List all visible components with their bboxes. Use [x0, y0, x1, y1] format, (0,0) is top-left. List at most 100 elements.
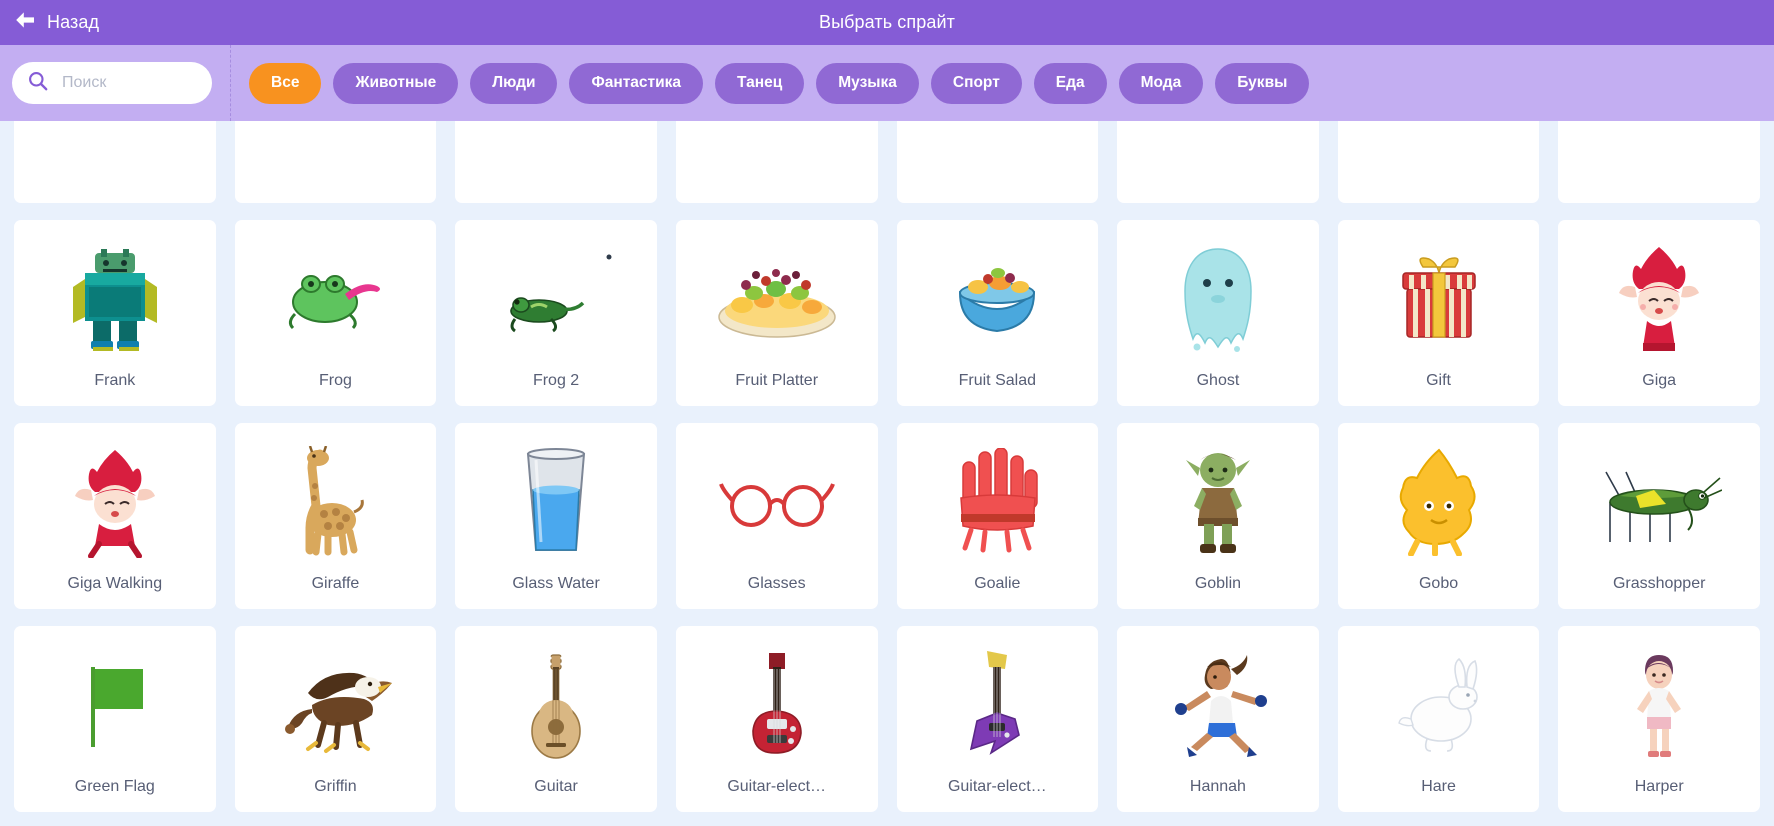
- guitar-electric2-sprite-icon: [897, 626, 1099, 778]
- sprite-thumb-partial: [14, 121, 216, 203]
- sprite-card[interactable]: [896, 121, 1099, 203]
- glass-water-sprite-icon: [455, 423, 657, 575]
- search-box[interactable]: [12, 62, 212, 104]
- sprite-card-goalie[interactable]: Goalie: [896, 423, 1099, 609]
- sprite-card-green-flag[interactable]: Green Flag: [14, 626, 216, 812]
- back-button[interactable]: Назад: [0, 11, 99, 34]
- sprite-card-label: Giraffe: [311, 575, 360, 592]
- sprite-card[interactable]: [14, 121, 216, 203]
- sprite-card-label: Guitar: [534, 778, 578, 795]
- green-flag-sprite-icon: [14, 626, 216, 778]
- sprite-card-giga[interactable]: Giga: [1558, 220, 1760, 406]
- modal-title: Выбрать спрайт: [819, 12, 955, 32]
- tag-all[interactable]: Все: [249, 62, 322, 104]
- sprite-card-label: Gift: [1426, 372, 1451, 389]
- sprite-card-fruit-platter[interactable]: Fruit Platter: [675, 220, 878, 406]
- sprite-card-hare[interactable]: Hare: [1337, 626, 1540, 812]
- sprite-card-label: Hare: [1421, 778, 1456, 795]
- sprite-card-harper[interactable]: Harper: [1558, 626, 1760, 812]
- tag-animals[interactable]: Животные: [333, 62, 459, 104]
- sprite-card-label: Guitar-elect…: [947, 778, 1047, 795]
- sprite-thumb-partial: [1117, 121, 1319, 203]
- sprite-card-label: Glass Water: [512, 575, 600, 592]
- sprite-card[interactable]: [1558, 121, 1760, 203]
- giga-sprite-icon: [1558, 220, 1760, 372]
- arrow-left-icon: [14, 11, 36, 34]
- sprite-thumb-partial: [1338, 121, 1540, 203]
- sprite-card-label: Harper: [1634, 778, 1684, 795]
- category-tag-list: Все Животные Люди Фантастика Танец Музык…: [249, 62, 1774, 104]
- tag-fantasy[interactable]: Фантастика: [569, 62, 704, 104]
- sprite-card-grasshopper[interactable]: Grasshopper: [1558, 423, 1760, 609]
- sprite-card[interactable]: [675, 121, 878, 203]
- gift-sprite-icon: [1338, 220, 1540, 372]
- giga-walking-sprite-icon: [14, 423, 216, 575]
- sprite-card-glasses[interactable]: Glasses: [675, 423, 878, 609]
- sprite-thumb-partial: [676, 121, 878, 203]
- hannah-sprite-icon: [1117, 626, 1319, 778]
- tag-dance[interactable]: Танец: [715, 62, 805, 104]
- sprite-card-label: Goalie: [974, 575, 1021, 592]
- frank-sprite-icon: [14, 220, 216, 372]
- sprite-card-guitar-electric1[interactable]: Guitar-elect…: [675, 626, 878, 812]
- goalie-sprite-icon: [897, 423, 1099, 575]
- sprite-thumb-partial: [455, 121, 657, 203]
- sprite-card-gobo[interactable]: Gobo: [1337, 423, 1540, 609]
- sprite-card-frog[interactable]: Frog: [234, 220, 437, 406]
- frog2-sprite-icon: [455, 220, 657, 372]
- sprite-card-guitar[interactable]: Guitar: [455, 626, 657, 812]
- sprite-card[interactable]: [455, 121, 657, 203]
- sprite-card-label: Green Flag: [74, 778, 155, 795]
- sprite-card-griffin[interactable]: Griffin: [234, 626, 437, 812]
- sprite-card[interactable]: [234, 121, 437, 203]
- sprite-card-label: Giga: [1642, 372, 1677, 389]
- tag-fashion[interactable]: Мода: [1118, 62, 1204, 104]
- sprite-card-label: Fruit Platter: [735, 372, 819, 389]
- harper-sprite-icon: [1558, 626, 1760, 778]
- sprite-card-hannah[interactable]: Hannah: [1117, 626, 1319, 812]
- filter-divider: [230, 45, 231, 121]
- guitar-sprite-icon: [455, 626, 657, 778]
- sprite-card-label: Guitar-elect…: [727, 778, 827, 795]
- sprite-card-goblin[interactable]: Goblin: [1117, 423, 1319, 609]
- sprite-card-guitar-electric2[interactable]: Guitar-elect…: [896, 626, 1099, 812]
- sprite-thumb-partial: [235, 121, 437, 203]
- sprite-grid: Frank Frog Frog 2 Fruit Platter Fruit Sa…: [0, 121, 1774, 812]
- sprite-card-label: Frog: [318, 372, 352, 389]
- tag-music[interactable]: Музыка: [816, 62, 919, 104]
- tag-sports[interactable]: Спорт: [930, 62, 1022, 104]
- modal-header: Назад Выбрать спрайт: [0, 0, 1774, 45]
- sprite-card-label: Hannah: [1189, 778, 1246, 795]
- sprite-card-label: Fruit Salad: [958, 372, 1036, 389]
- glasses-sprite-icon: [676, 423, 878, 575]
- search-input[interactable]: [60, 73, 200, 93]
- sprite-card-label: Frog 2: [532, 372, 580, 389]
- sprite-card-giga-walking[interactable]: Giga Walking: [14, 423, 216, 609]
- fruit-platter-sprite-icon: [676, 220, 878, 372]
- search-icon: [28, 71, 48, 96]
- griffin-sprite-icon: [235, 626, 437, 778]
- sprite-thumb-partial: [1558, 121, 1760, 203]
- ghost-sprite-icon: [1117, 220, 1319, 372]
- sprite-card-gift[interactable]: Gift: [1337, 220, 1540, 406]
- giraffe-sprite-icon: [235, 423, 437, 575]
- goblin-sprite-icon: [1117, 423, 1319, 575]
- sprite-card-label: Griffin: [314, 778, 357, 795]
- sprite-card-label: Giga Walking: [67, 575, 163, 592]
- sprite-card-frank[interactable]: Frank: [14, 220, 216, 406]
- sprite-card-label: Ghost: [1196, 372, 1240, 389]
- tag-letters[interactable]: Буквы: [1215, 62, 1310, 104]
- sprite-card-frog2[interactable]: Frog 2: [455, 220, 657, 406]
- tag-people[interactable]: Люди: [470, 62, 558, 104]
- sprite-library-scroll-area[interactable]: Frank Frog Frog 2 Fruit Platter Fruit Sa…: [0, 121, 1774, 826]
- fruit-salad-sprite-icon: [897, 220, 1099, 372]
- tag-food[interactable]: Еда: [1033, 62, 1107, 104]
- back-button-label: Назад: [47, 12, 100, 32]
- sprite-card[interactable]: [1337, 121, 1540, 203]
- sprite-card[interactable]: [1117, 121, 1319, 203]
- sprite-card-glass-water[interactable]: Glass Water: [455, 423, 657, 609]
- filter-bar: Все Животные Люди Фантастика Танец Музык…: [0, 45, 1774, 121]
- sprite-card-giraffe[interactable]: Giraffe: [234, 423, 437, 609]
- sprite-card-fruit-salad[interactable]: Fruit Salad: [896, 220, 1099, 406]
- sprite-card-ghost[interactable]: Ghost: [1117, 220, 1319, 406]
